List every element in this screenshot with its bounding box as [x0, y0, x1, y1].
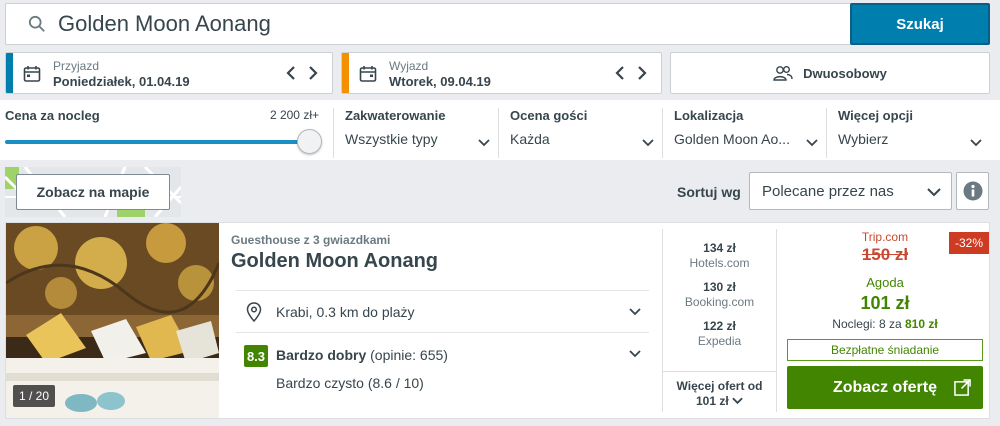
chevron-right-icon[interactable]	[308, 65, 318, 81]
hotel-photo[interactable]: 1 / 20	[6, 223, 219, 418]
info-icon	[963, 181, 982, 201]
chevron-down-icon	[478, 139, 490, 147]
room-selector[interactable]: Dwuosobowy	[670, 52, 990, 94]
price-slider-handle[interactable]	[297, 129, 322, 154]
chevron-down-icon	[732, 397, 743, 405]
offer-price: 134 zł	[703, 241, 736, 255]
location-row[interactable]: Krabi, 0.3 km do plaży	[236, 290, 649, 332]
nights-text: Noclegi: 8 za	[832, 317, 902, 331]
more-offers-label: Więcej ofert od	[676, 379, 763, 393]
rating-count: (opinie: 655)	[370, 347, 448, 363]
free-breakfast-badge: Bezpłatne śniadanie	[787, 339, 983, 361]
room-label: Dwuosobowy	[803, 65, 887, 81]
price-filter: Cena za nocleg 2 200 zł+	[5, 108, 323, 154]
chevron-down-icon	[806, 139, 818, 147]
view-deal-button[interactable]: Zobacz ofertę	[787, 366, 983, 409]
rating-filter-title: Ocena gości	[510, 108, 588, 123]
location-pin-icon	[246, 302, 262, 322]
chevron-down-icon	[642, 139, 654, 147]
more-offers-button[interactable]: Więcej ofert od 101 zł	[663, 371, 776, 412]
checkout-accent	[342, 53, 349, 93]
deal-source: Agoda	[866, 275, 904, 290]
location-filter-value: Golden Moon Ao...	[674, 131, 790, 147]
location-filter[interactable]: Lokalizacja Golden Moon Ao...	[662, 108, 826, 158]
price-filter-max: 2 200 zł+	[269, 108, 319, 122]
rating-filter[interactable]: Ocena gości Każda	[498, 108, 662, 158]
calendar-icon	[23, 66, 41, 82]
search-button[interactable]: Szukaj	[850, 3, 990, 45]
chevron-left-icon[interactable]	[615, 65, 625, 81]
checkout-arrows	[615, 65, 647, 81]
sort-label: Sortuj wg	[677, 184, 741, 200]
checkout-date[interactable]: Wyjazd Wtorek, 09.04.19	[341, 52, 662, 94]
alternative-offers: 134 zł Hotels.com 130 zł Booking.com 122…	[662, 229, 777, 412]
offer-item[interactable]: 134 zł Hotels.com	[663, 241, 776, 270]
offer-item[interactable]: 130 zł Booking.com	[663, 280, 776, 309]
checkin-date[interactable]: Przyjazd Poniedziałek, 01.04.19	[5, 52, 333, 94]
view-deal-label: Zobacz ofertę	[832, 378, 937, 396]
search-bar: Szukaj	[5, 3, 990, 45]
offer-price: 130 zł	[703, 280, 736, 294]
more-options-filter[interactable]: Więcej opcji Wybierz	[826, 108, 990, 158]
checkin-arrows	[286, 65, 318, 81]
calendar-icon	[359, 66, 377, 82]
more-options-filter-value: Wybierz	[838, 131, 889, 147]
nights-total: Noclegi: 8 za 810 zł	[781, 317, 989, 331]
hotel-type: Guesthouse z 3 gwiazdkami	[231, 233, 391, 247]
best-deal: Trip.com 150 zł -32% Agoda 101 zł Nocleg…	[781, 223, 989, 418]
price-slider-track[interactable]	[5, 140, 305, 144]
offer-site: Expedia	[697, 334, 742, 348]
guests-icon	[773, 66, 793, 81]
chevron-down-icon	[629, 350, 641, 358]
accommodation-filter[interactable]: Zakwaterowanie Wszystkie typy	[333, 108, 498, 158]
location-filter-title: Lokalizacja	[674, 108, 744, 123]
accommodation-filter-title: Zakwaterowanie	[345, 108, 446, 123]
checkout-value: Wtorek, 09.04.19	[389, 74, 491, 89]
hotel-name[interactable]: Golden Moon Aonang	[231, 250, 438, 273]
accommodation-filter-value: Wszystkie typy	[345, 131, 438, 147]
sort-select-value: Polecane przez nas	[762, 183, 894, 200]
chevron-down-icon	[970, 139, 982, 147]
hotel-info: Guesthouse z 3 gwiazdkami Golden Moon Ao…	[231, 223, 651, 418]
view-on-map-button[interactable]: Zobacz na mapie	[16, 174, 170, 210]
photo-counter: 1 / 20	[13, 385, 56, 407]
rating-score-badge: 8.3	[244, 345, 268, 367]
filter-bar: Cena za nocleg 2 200 zł+ Zakwaterowanie …	[0, 100, 1000, 160]
cleanliness-text: Bardzo czysto (8.6 / 10)	[276, 375, 424, 391]
sort-select[interactable]: Polecane przez nas	[749, 172, 952, 210]
offer-price: 122 zł	[703, 319, 736, 333]
more-offers-price-line: 101 zł	[663, 394, 776, 409]
offer-site: Hotels.com	[689, 256, 750, 270]
search-input[interactable]	[58, 8, 838, 40]
chevron-down-icon	[629, 308, 641, 316]
chevron-right-icon[interactable]	[637, 65, 647, 81]
nights-total-price: 810 zł	[905, 317, 938, 331]
external-link-icon	[954, 379, 971, 396]
more-offers-price: 101 zł	[695, 394, 729, 408]
checkin-accent	[6, 53, 13, 93]
rating-word-text: Bardzo dobry	[276, 347, 367, 363]
chevron-down-icon	[927, 188, 941, 197]
hotel-result-card: 1 / 20 Guesthouse z 3 gwiazdkami Golden …	[5, 222, 990, 419]
rating-filter-value: Każda	[510, 131, 550, 147]
info-button[interactable]	[956, 172, 989, 210]
checkin-label: Przyjazd	[53, 59, 100, 73]
checkin-value: Poniedziałek, 01.04.19	[53, 74, 190, 89]
offer-site: Booking.com	[684, 295, 755, 309]
checkout-label: Wyjazd	[389, 59, 429, 73]
chevron-left-icon[interactable]	[286, 65, 296, 81]
offer-item[interactable]: 122 zł Expedia	[663, 319, 776, 348]
rating-row[interactable]: 8.3 Bardzo dobry (opinie: 655) Bardzo cz…	[236, 332, 649, 412]
rating-word: Bardzo dobry (opinie: 655)	[276, 347, 448, 363]
discount-badge: -32%	[948, 232, 989, 254]
deal-price: 101 zł	[860, 293, 910, 313]
search-icon	[28, 15, 45, 32]
location-text: Krabi, 0.3 km do plaży	[276, 304, 415, 320]
more-options-filter-title: Więcej opcji	[838, 108, 914, 123]
